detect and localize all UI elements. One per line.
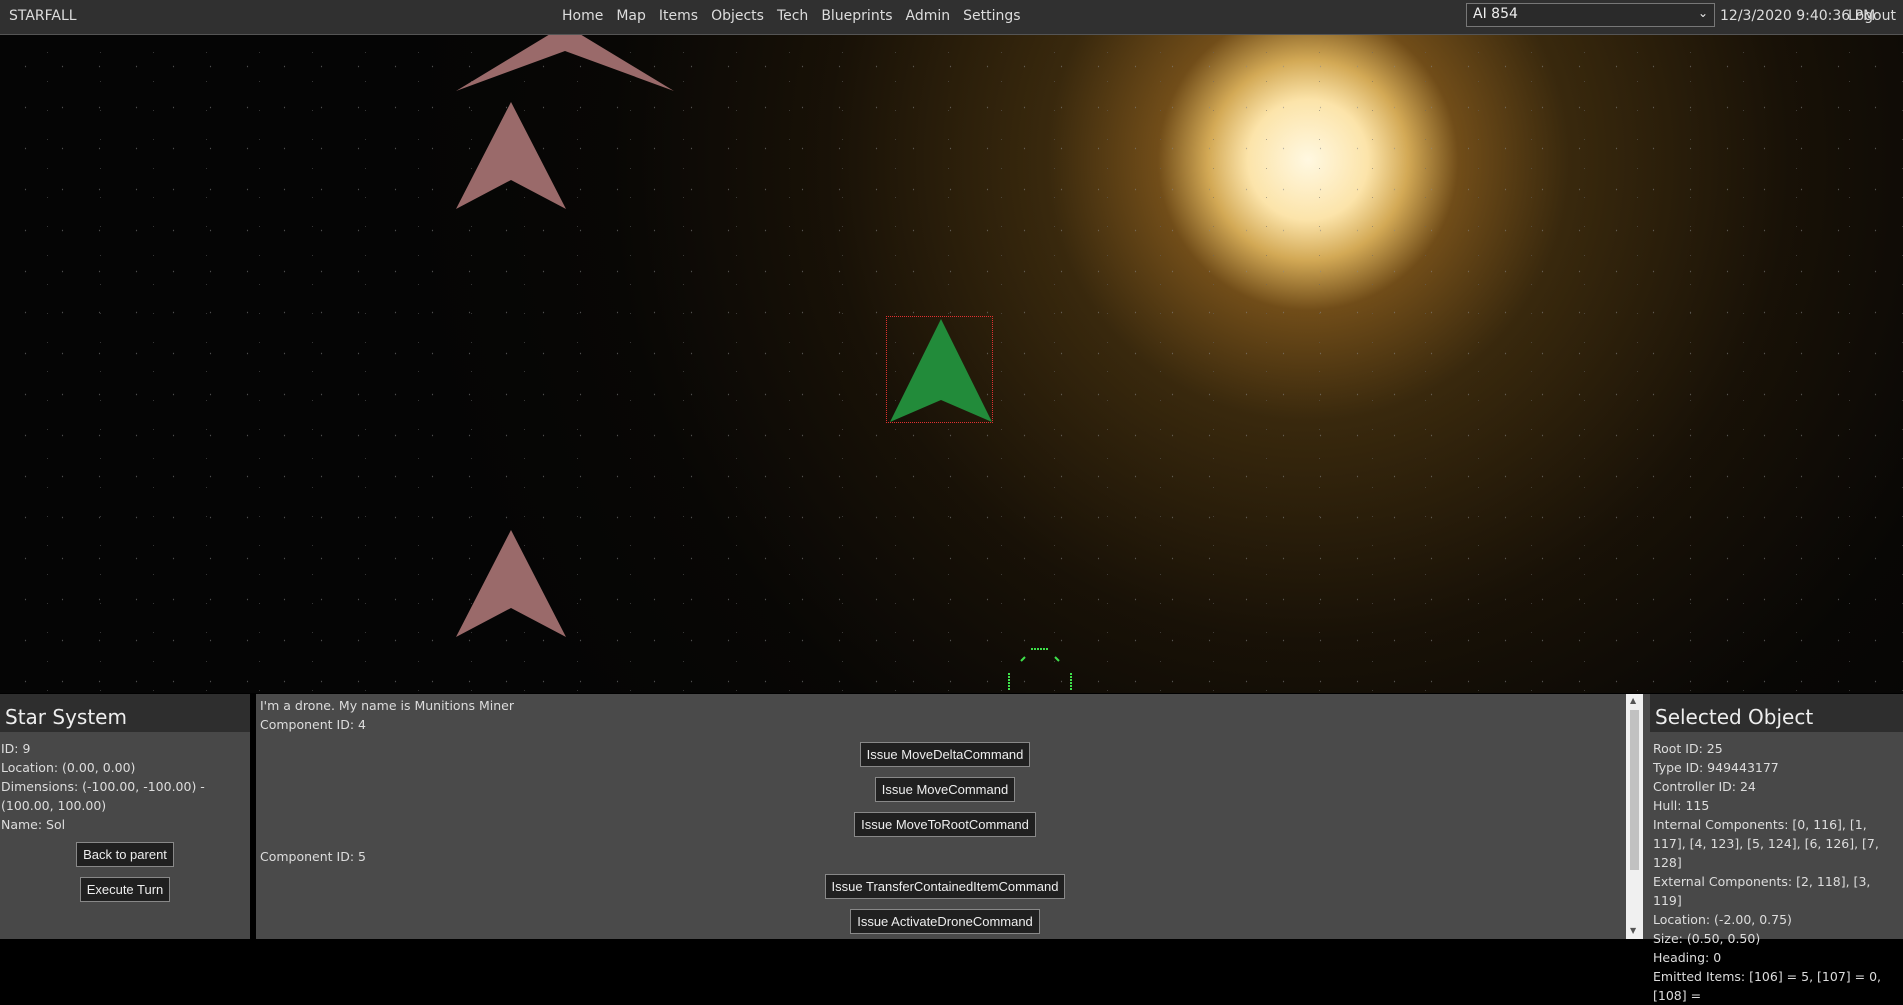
nav-admin[interactable]: Admin [905,8,950,24]
object-location: Location: (-2.00, 0.75) [1653,912,1792,927]
nav-items[interactable]: Items [659,8,698,24]
star-system-id: ID: 9 [1,741,31,756]
scroll-thumb[interactable] [1630,710,1639,870]
move-to-root-command-button[interactable]: Issue MoveToRootCommand [854,812,1036,837]
emitted-items: Emitted Items: [106] = 5, [107] = 0, [10… [1653,969,1881,1003]
selected-object-panel: Selected Object Root ID: 25 Type ID: 949… [1650,694,1903,1003]
star-system-dimensions: Dimensions: (-100.00, -100.00) - (100.00… [1,779,205,813]
scroll-up-icon[interactable]: ▲ [1630,696,1636,705]
nav-map[interactable]: Map [616,8,646,24]
selected-object-header: Selected Object [1650,694,1903,732]
execute-turn-button[interactable]: Execute Turn [79,877,171,902]
type-id: Type ID: 949443177 [1653,760,1779,775]
nav-tech[interactable]: Tech [777,8,808,24]
nav-objects[interactable]: Objects [711,8,764,24]
external-components: External Components: [2, 118], [3, 119] [1653,874,1871,908]
star-system-location: Location: (0.00, 0.00) [1,760,136,775]
drone-intro: I'm a drone. My name is Munitions Miner [260,698,514,713]
game-viewport[interactable] [0,35,1903,693]
chevron-down-icon: ⌄ [1697,6,1708,20]
star-system-details: ID: 9 Location: (0.00, 0.00) Dimensions:… [1,739,246,834]
move-delta-command-button[interactable]: Issue MoveDeltaCommand [859,742,1031,767]
star-system-panel: Star System ID: 9 Location: (0.00, 0.00)… [0,694,250,939]
drone-command-content: I'm a drone. My name is Munitions Miner … [260,696,1630,944]
nav-links: Home Map Items Objects Tech Blueprints A… [562,8,1034,24]
root-id: Root ID: 25 [1653,741,1723,756]
logout-link[interactable]: Logout [1848,8,1896,24]
user-select[interactable]: AI 854 ⌄ [1466,3,1715,27]
player-ship[interactable] [888,316,994,426]
selected-object-title: Selected Object [1655,705,1814,729]
star-system-actions: Back to parent Execute Turn [0,842,250,912]
nav-home[interactable]: Home [562,8,603,24]
enemy-ship-2[interactable] [456,102,566,214]
star-system-header: Star System [0,694,250,732]
star-system-name: Name: Sol [1,817,66,832]
top-navbar: STARFALL Home Map Items Objects Tech Blu… [0,0,1903,35]
brand-logo[interactable]: STARFALL [9,8,77,24]
scroll-down-icon[interactable]: ▼ [1630,926,1636,935]
hud-reticle-icon [1008,648,1072,691]
drone-command-panel: I'm a drone. My name is Munitions Miner … [256,694,1651,939]
back-to-parent-button[interactable]: Back to parent [76,842,174,867]
selected-object-details: Root ID: 25 Type ID: 949443177 Controlle… [1653,739,1898,1005]
drone-panel-scrollbar[interactable]: ▲ ▼ [1626,694,1643,939]
nav-blueprints[interactable]: Blueprints [821,8,892,24]
transfer-item-command-button[interactable]: Issue TransferContainedItemCommand [824,874,1066,899]
component-4-label: Component ID: 4 [260,717,366,732]
internal-components: Internal Components: [0, 116], [1, 117],… [1653,817,1879,870]
controller-id: Controller ID: 24 [1653,779,1756,794]
enemy-ship-3[interactable] [456,530,566,642]
hull: Hull: 115 [1653,798,1710,813]
activate-drone-command-button[interactable]: Issue ActivateDroneCommand [850,909,1040,934]
move-command-button[interactable]: Issue MoveCommand [874,777,1016,802]
object-heading: Heading: 0 [1653,950,1722,965]
star-system-title: Star System [5,705,127,729]
user-select-value: AI 854 [1473,6,1518,22]
nav-settings[interactable]: Settings [963,8,1020,24]
component-5-label: Component ID: 5 [260,849,366,864]
